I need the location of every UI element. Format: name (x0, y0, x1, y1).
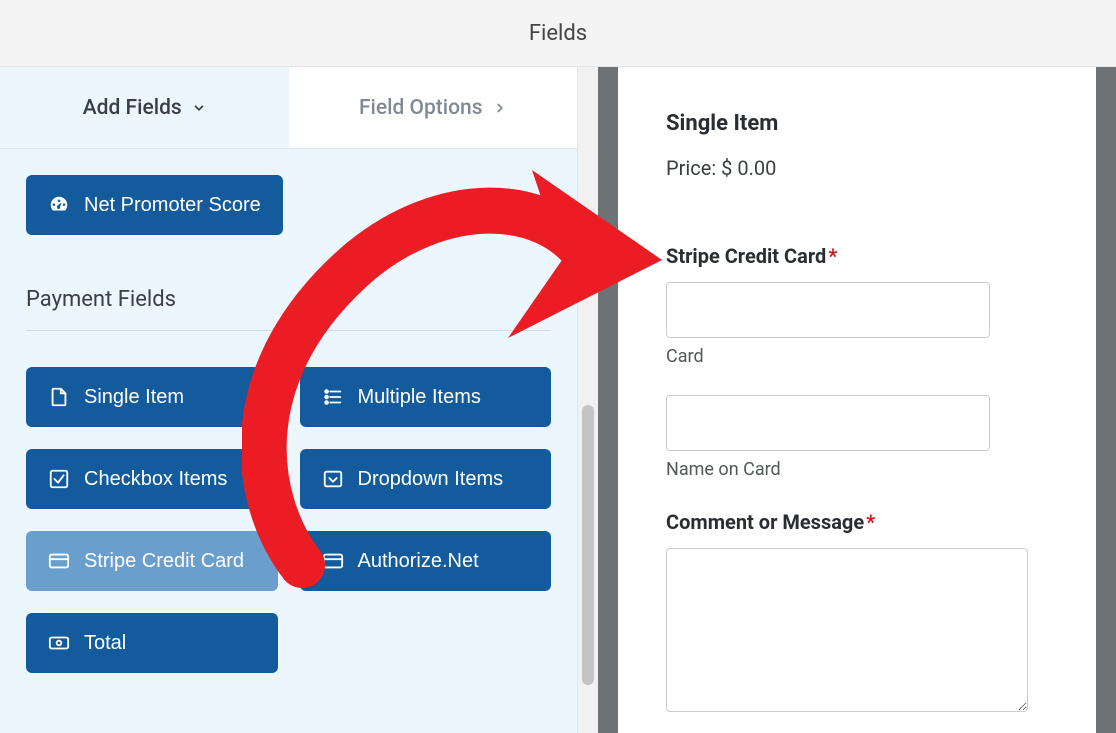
gauge-icon (48, 194, 70, 216)
form-preview: Single Item Price: $ 0.00 Stripe Credit … (618, 67, 1096, 733)
comment-label-text: Comment or Message (666, 510, 864, 534)
tab-field-options[interactable]: Field Options (289, 67, 578, 148)
main-area: Add Fields Field Options Net Promoter Sc… (0, 67, 1116, 733)
button-label: Total (84, 632, 126, 655)
single-item-button[interactable]: Single Item (26, 367, 278, 427)
button-label: Checkbox Items (84, 468, 227, 491)
total-button[interactable]: Total (26, 613, 278, 673)
single-item-heading: Single Item (666, 111, 1048, 136)
authorize-net-button[interactable]: Authorize.Net (300, 531, 552, 591)
page-header: Fields (0, 0, 1116, 67)
card-sublabel: Card (666, 346, 1048, 367)
multiple-items-button[interactable]: Multiple Items (300, 367, 552, 427)
tab-add-fields[interactable]: Add Fields (0, 67, 289, 148)
sidebar-body: Net Promoter Score Payment Fields Single… (0, 149, 577, 673)
add-fields-panel: Add Fields Field Options Net Promoter Sc… (0, 67, 578, 733)
credit-card-icon (322, 550, 344, 572)
price-text: Price: $ 0.00 (666, 156, 1048, 180)
button-label: Single Item (84, 386, 184, 409)
net-promoter-score-button[interactable]: Net Promoter Score (26, 175, 283, 235)
sidebar-scrollbar[interactable] (578, 67, 598, 733)
sidebar-tabs: Add Fields Field Options (0, 67, 577, 149)
tab-add-fields-label: Add Fields (83, 96, 182, 120)
checkbox-items-button[interactable]: Checkbox Items (26, 449, 278, 509)
stripe-label-text: Stripe Credit Card (666, 244, 826, 268)
button-label: Authorize.Net (358, 550, 479, 573)
money-icon (48, 632, 70, 654)
checkbox-icon (48, 468, 70, 490)
comment-textarea[interactable] (666, 548, 1028, 712)
list-icon (322, 386, 344, 408)
card-input[interactable] (666, 282, 990, 338)
panel-divider-left (598, 67, 618, 733)
dropdown-icon (322, 468, 344, 490)
stripe-label: Stripe Credit Card* (666, 244, 1048, 268)
required-asterisk: * (866, 510, 875, 534)
panel-divider-right (1096, 67, 1116, 733)
stripe-credit-card-button[interactable]: Stripe Credit Card (26, 531, 278, 591)
button-label: Stripe Credit Card (84, 550, 244, 573)
payment-fields-grid: Single Item Multiple Items Checkbox Item… (26, 367, 551, 673)
payment-fields-heading[interactable]: Payment Fields (26, 287, 551, 331)
chevron-right-icon (493, 101, 507, 115)
payment-fields-title: Payment Fields (26, 287, 176, 312)
name-on-card-input[interactable] (666, 395, 990, 451)
page-title: Fields (529, 21, 587, 46)
required-asterisk: * (828, 244, 837, 268)
name-on-card-sublabel: Name on Card (666, 459, 1048, 480)
credit-card-icon (48, 550, 70, 572)
dropdown-items-button[interactable]: Dropdown Items (300, 449, 552, 509)
file-icon (48, 386, 70, 408)
chevron-down-icon (192, 101, 206, 115)
comment-label: Comment or Message* (666, 510, 1048, 534)
tab-field-options-label: Field Options (359, 96, 483, 120)
button-label: Net Promoter Score (84, 194, 261, 217)
button-label: Multiple Items (358, 386, 481, 409)
button-label: Dropdown Items (358, 468, 504, 491)
